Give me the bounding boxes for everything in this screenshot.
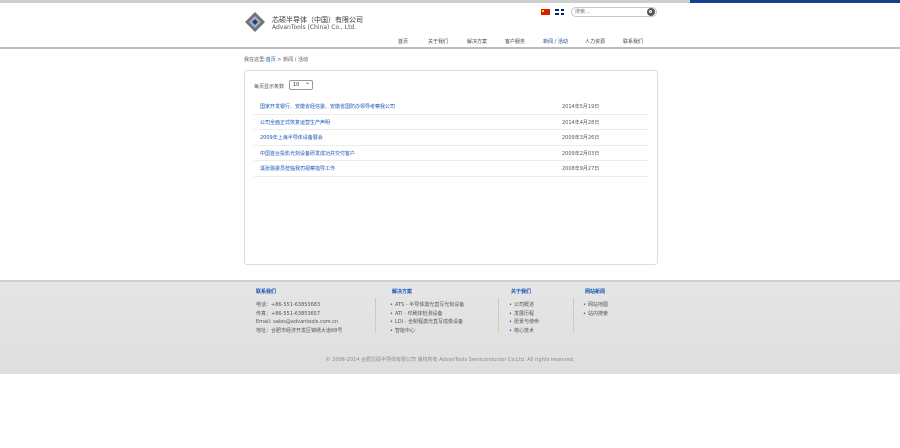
news-date: 2008年9月27日: [562, 166, 600, 172]
footer-divider: [375, 298, 376, 332]
brand-name-en: AdvanTools (China) Co., Ltd.: [272, 24, 357, 31]
footer-site-link[interactable]: 站内搜索: [583, 310, 608, 319]
breadcrumb: 我在这里:首页 > 新闻 / 活动: [244, 56, 308, 63]
footer-solutions-link[interactable]: LDI - 全制程激光直写成像设备: [390, 318, 464, 327]
news-date: 2009年3月26日: [562, 135, 600, 141]
footer-email: Email: sales@advantools.com.cn: [256, 319, 339, 325]
footer-contact-column: 联系我们 电话：+86-551-63853683 传真：+86-551-6385…: [256, 288, 342, 335]
footer-copyright: © 2006-2014 合肥芯硕半导体有限公司 版权所有 AdvanTools …: [325, 357, 575, 363]
news-title-link[interactable]: 中国首台投影光刻设备研发成功并交付客户: [260, 150, 355, 157]
footer-address: 地址：合肥市经济开发区锦绣大道68号: [256, 327, 343, 334]
footer-divider: [498, 298, 499, 332]
footer-about-link[interactable]: 愿景与使命: [509, 318, 539, 327]
breadcrumb-separator: >: [275, 57, 284, 63]
nav-home[interactable]: 首页: [398, 38, 408, 45]
nav-hr[interactable]: 人力资源: [585, 38, 605, 45]
footer-about-column: 关于我们 公司概述 发展历程 愿景与使命 核心技术: [509, 288, 539, 335]
footer-about-link[interactable]: 核心技术: [509, 327, 539, 336]
chinese-flag-icon[interactable]: [541, 9, 550, 15]
footer-solutions-link[interactable]: ATI - 印刷体检测设备: [390, 310, 464, 319]
footer-phone: 电话：+86-551-63853683: [256, 302, 321, 308]
footer-about-link[interactable]: 公司概述: [509, 301, 539, 310]
nav-contact[interactable]: 联系我们: [623, 38, 643, 45]
nav-news[interactable]: 新闻 / 活动: [543, 38, 568, 45]
footer-divider: [573, 298, 574, 332]
nav-about[interactable]: 关于我们: [428, 38, 448, 45]
header-rule: [0, 47, 900, 49]
footer-solutions-column: 解决方案 ATS - 半导体激光直写光刻设备 ATI - 印刷体检测设备 LDI…: [390, 288, 464, 335]
nav-solutions[interactable]: 解决方案: [467, 38, 487, 45]
news-title-link[interactable]: 国家开发银行、安徽省经信委、安徽省国防办领导考察我公司: [260, 103, 395, 110]
footer-site-link[interactable]: 网站地图: [583, 301, 608, 310]
breadcrumb-prefix: 我在这里:: [244, 57, 266, 63]
search-icon[interactable]: [647, 8, 655, 16]
footer-solutions-link[interactable]: 智能中心: [390, 327, 464, 336]
news-title-link[interactable]: 2009年上海半导体设备展会: [260, 134, 323, 141]
breadcrumb-current: 新闻 / 活动: [283, 57, 308, 63]
news-title-link[interactable]: 溪张融委员莅临我司视察指导工作: [260, 165, 335, 172]
search-box: [571, 7, 657, 17]
news-date: 2009年2月03日: [562, 150, 600, 157]
news-title-link[interactable]: 公司全面正式恢复运营生产声明: [260, 119, 330, 126]
footer-about-link[interactable]: 发展历程: [509, 310, 539, 319]
uk-flag-icon[interactable]: [555, 9, 564, 15]
footer-site-heading[interactable]: 网站新闻: [585, 288, 608, 295]
nav-service[interactable]: 客户服务: [505, 38, 525, 45]
footer-contact-heading[interactable]: 联系我们: [256, 288, 342, 295]
news-date: 2014年4月28日: [562, 119, 600, 126]
footer-fax: 传真：+86-551-63853657: [256, 310, 321, 317]
news-item: 2009年上海半导体设备展会 2009年3月26日: [254, 130, 649, 146]
main-nav: 首页 关于我们 解决方案 客户服务 新闻 / 活动 人力资源 联系我们: [398, 38, 643, 45]
breadcrumb-home-link[interactable]: 首页: [266, 57, 276, 63]
footer-solutions-heading[interactable]: 解决方案: [392, 288, 464, 295]
news-date: 2014年5月19日: [562, 104, 600, 110]
news-list: 国家开发银行、安徽省经信委、安徽省国防办领导考察我公司 2014年5月19日 公…: [254, 99, 649, 177]
news-item: 溪张融委员莅临我司视察指导工作 2008年9月27日: [254, 161, 649, 177]
news-item: 国家开发银行、安徽省经信委、安徽省国防办领导考察我公司 2014年5月19日: [254, 99, 649, 115]
news-panel: 每页显示条数 10 国家开发银行、安徽省经信委、安徽省国防办领导考察我公司 20…: [244, 70, 658, 265]
perpage-label: 每页显示条数: [254, 84, 285, 90]
company-logo-icon[interactable]: [244, 11, 266, 33]
perpage-select[interactable]: 10: [289, 79, 313, 90]
footer-rule: [0, 280, 900, 282]
uk-flag-cross-v: [558, 9, 561, 15]
footer-solutions-link[interactable]: ATS - 半导体激光直写光刻设备: [390, 301, 464, 310]
news-item: 中国首台投影光刻设备研发成功并交付客户 2009年2月03日: [254, 146, 649, 161]
footer-about-heading[interactable]: 关于我们: [511, 288, 539, 295]
search-input[interactable]: [575, 8, 639, 16]
footer-site-column: 网站新闻 网站地图 站内搜索: [583, 288, 608, 318]
news-item: 公司全面正式恢复运营生产声明 2014年4月28日: [254, 115, 649, 130]
